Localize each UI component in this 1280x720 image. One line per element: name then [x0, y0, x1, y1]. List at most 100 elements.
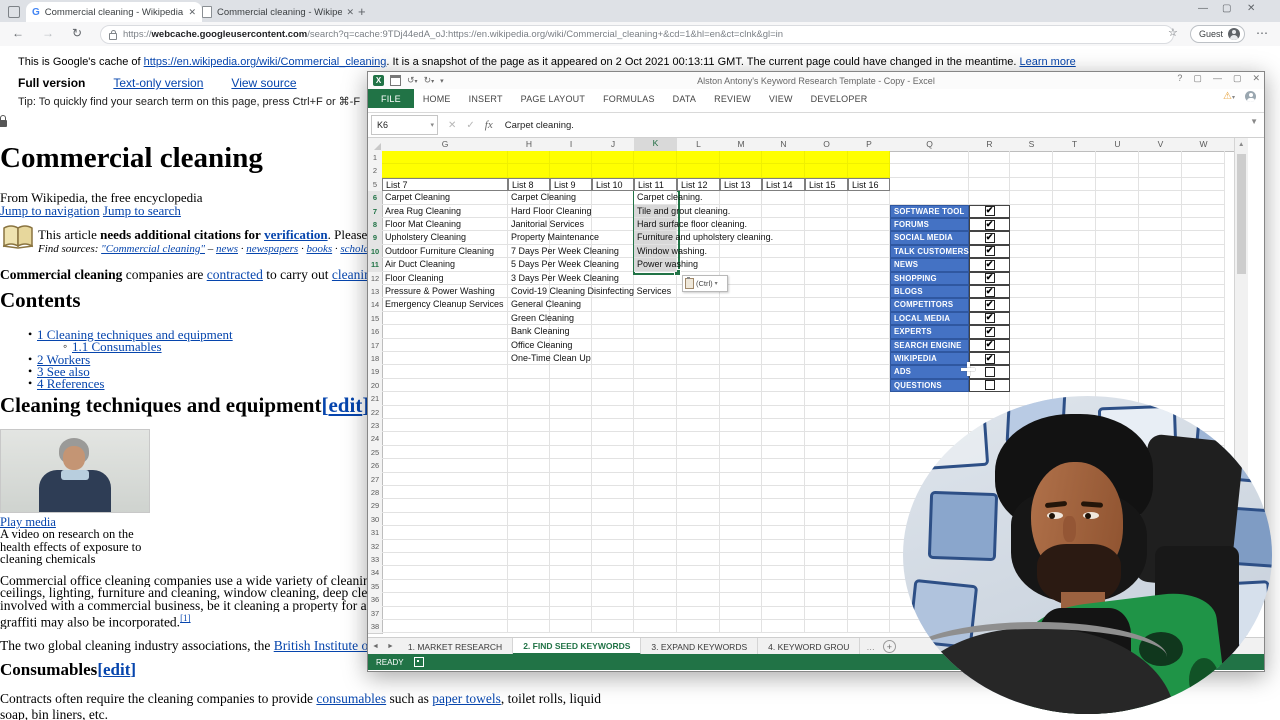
cell-H15[interactable]: Green Cleaning: [508, 312, 550, 325]
cell-H38[interactable]: [508, 620, 550, 633]
ribbon-tab-page-layout[interactable]: PAGE LAYOUT: [512, 94, 594, 104]
window-maximize-button[interactable]: ▢: [1222, 3, 1231, 14]
row-header-17[interactable]: 17: [368, 339, 383, 353]
cell-O12[interactable]: [805, 272, 848, 285]
cell-N35[interactable]: [762, 580, 805, 593]
cell-G15[interactable]: [382, 312, 508, 325]
column-header-L[interactable]: L: [677, 138, 721, 152]
cell-R15[interactable]: ✔: [969, 312, 1010, 325]
cell-W18[interactable]: [1182, 352, 1225, 365]
browser-tab-2[interactable]: Commercial cleaning - Wikipedia ✕: [196, 2, 360, 22]
cell-I32[interactable]: [550, 540, 592, 553]
cell-P11[interactable]: [848, 258, 890, 271]
cell-K22[interactable]: [634, 406, 677, 419]
cell-G27[interactable]: [382, 473, 508, 486]
refresh-icon[interactable]: ↻: [72, 26, 82, 40]
cell-H28[interactable]: [508, 486, 550, 499]
checkbox-shopping[interactable]: ✔: [985, 273, 995, 283]
cell-H1[interactable]: [508, 151, 550, 164]
cell-O15[interactable]: [805, 312, 848, 325]
cell-H23[interactable]: [508, 419, 550, 432]
cell-P15[interactable]: [848, 312, 890, 325]
cell-J7[interactable]: [592, 205, 634, 218]
cell-J24[interactable]: [592, 432, 634, 445]
cell-M19[interactable]: [720, 365, 762, 378]
cell-W10[interactable]: [1182, 245, 1225, 258]
jump-to-navigation-link[interactable]: Jump to navigation: [0, 203, 100, 218]
address-bar[interactable]: https://webcache.googleusercontent.com/s…: [100, 25, 1174, 44]
row-header-34[interactable]: 34: [368, 566, 383, 580]
macro-record-icon[interactable]: [414, 657, 424, 667]
cell-N34[interactable]: [762, 566, 805, 579]
cell-O2[interactable]: [805, 164, 848, 177]
cell-K19[interactable]: [634, 365, 677, 378]
cell-N31[interactable]: [762, 526, 805, 539]
cell-J31[interactable]: [592, 526, 634, 539]
verification-link[interactable]: verification: [264, 227, 328, 242]
row-header-2[interactable]: 2: [368, 164, 383, 178]
row-header-15[interactable]: 15: [368, 312, 383, 326]
cell-P18[interactable]: [848, 352, 890, 365]
cell-J32[interactable]: [592, 540, 634, 553]
cell-I5[interactable]: List 9: [550, 178, 592, 191]
qat-customize-icon[interactable]: ▾: [440, 77, 444, 85]
cell-L20[interactable]: [677, 379, 720, 392]
cell-U11[interactable]: [1096, 258, 1139, 271]
cell-Q19[interactable]: ADS: [890, 365, 969, 378]
bics-link[interactable]: British Institute of Cleaning Scien: [274, 638, 368, 653]
cell-J2[interactable]: [592, 164, 634, 177]
cell-P1[interactable]: [848, 151, 890, 164]
cell-P32[interactable]: [848, 540, 890, 553]
cell-P9[interactable]: [848, 231, 890, 244]
cell-P17[interactable]: [848, 339, 890, 352]
cell-M24[interactable]: [720, 432, 762, 445]
cell-L24[interactable]: [677, 432, 720, 445]
cell-I30[interactable]: [550, 513, 592, 526]
cell-G25[interactable]: [382, 446, 508, 459]
cell-W17[interactable]: [1182, 339, 1225, 352]
cell-W21[interactable]: [1182, 392, 1225, 405]
cell-S18[interactable]: [1010, 352, 1053, 365]
cell-G7[interactable]: Area Rug Cleaning: [382, 205, 508, 218]
cell-N8[interactable]: [762, 218, 805, 231]
cell-L32[interactable]: [677, 540, 720, 553]
cell-L22[interactable]: [677, 406, 720, 419]
cell-Q2[interactable]: [890, 164, 969, 177]
cell-O18[interactable]: [805, 352, 848, 365]
cell-O38[interactable]: [805, 620, 848, 633]
cell-S11[interactable]: [1010, 258, 1053, 271]
cell-K14[interactable]: [634, 298, 677, 311]
sheet-nav-right-icon[interactable]: ►: [387, 643, 394, 650]
cell-T6[interactable]: [1053, 191, 1096, 204]
cell-Q5[interactable]: [890, 178, 969, 191]
cell-O7[interactable]: [805, 205, 848, 218]
cell-P22[interactable]: [848, 406, 890, 419]
cell-L30[interactable]: [677, 513, 720, 526]
cell-G22[interactable]: [382, 406, 508, 419]
cell-P33[interactable]: [848, 553, 890, 566]
cell-N17[interactable]: [762, 339, 805, 352]
cell-S9[interactable]: [1010, 231, 1053, 244]
cell-O25[interactable]: [805, 446, 848, 459]
cell-K11[interactable]: Power washing: [634, 258, 677, 271]
cell-J34[interactable]: [592, 566, 634, 579]
cell-J33[interactable]: [592, 553, 634, 566]
row-header-22[interactable]: 22: [368, 406, 383, 420]
cell-L17[interactable]: [677, 339, 720, 352]
cell-V14[interactable]: [1139, 298, 1182, 311]
cell-Q10[interactable]: TALK CUSTOMERS: [890, 245, 969, 258]
cell-N12[interactable]: [762, 272, 805, 285]
cell-L29[interactable]: [677, 499, 720, 512]
cell-K2[interactable]: [634, 164, 677, 177]
checkbox-wikipedia[interactable]: ✔: [985, 354, 995, 364]
cell-R9[interactable]: ✔: [969, 231, 1010, 244]
column-header-Q[interactable]: Q: [890, 138, 970, 152]
cell-P26[interactable]: [848, 459, 890, 472]
cell-J14[interactable]: [592, 298, 634, 311]
cell-P2[interactable]: [848, 164, 890, 177]
cell-O6[interactable]: [805, 191, 848, 204]
cell-N27[interactable]: [762, 473, 805, 486]
cell-R11[interactable]: ✔: [969, 258, 1010, 271]
cell-H31[interactable]: [508, 526, 550, 539]
cell-O24[interactable]: [805, 432, 848, 445]
